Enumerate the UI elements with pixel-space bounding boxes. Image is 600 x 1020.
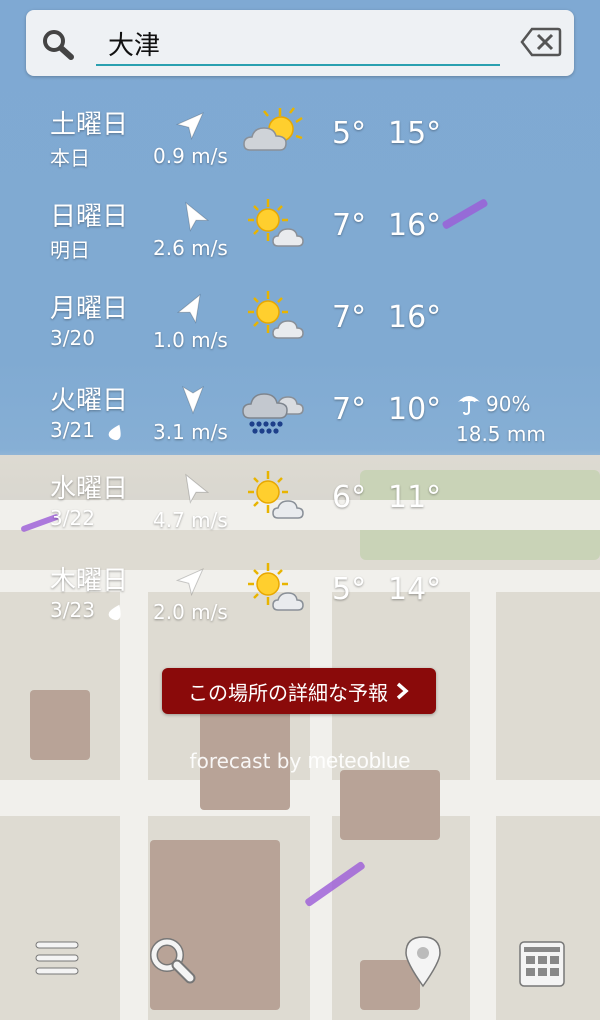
sun-small-cloud-icon [248,471,304,519]
rain-cloud-icon [242,393,304,434]
temp-max: 16° [388,208,442,243]
wind-direction-arrow-icon [185,201,210,232]
wind-direction-arrow-icon [176,293,201,324]
search-icon[interactable] [41,28,75,60]
search-icon[interactable] [148,936,196,984]
sun-small-cloud-icon [248,563,304,611]
detailed-forecast-button[interactable]: この場所の詳細な予報 [162,668,436,714]
location-pin-icon[interactable] [402,934,444,988]
sun-small-cloud-icon [248,291,304,339]
umbrella-icon [458,396,480,416]
day-label: 木曜日 [50,566,129,596]
date-label: 3/21 [50,418,95,442]
building [340,770,440,840]
forecast-row[interactable]: 土曜日 本日 0.9 m/s 5° 15° [0,104,600,194]
wind-speed: 0.9 m/s [153,144,228,168]
sun-behind-cloud-icon [243,107,303,151]
wind-speed: 3.1 m/s [153,420,228,444]
forecast-row[interactable]: 火曜日 3/21 3.1 m/s 7° 10° 90% 18.5 mm [0,380,600,470]
date-label: 3/23 [50,598,95,622]
forecast-row[interactable]: 日曜日 明日 2.6 m/s 7° 16° [0,196,600,286]
building [150,840,280,1010]
date-label: 3/22 [50,506,95,530]
forecast-row[interactable]: 水曜日 3/22 4.7 m/s 6° 11° [0,468,600,558]
menu-icon[interactable] [34,938,80,978]
day-label: 日曜日 [50,202,129,232]
wind-direction-arrow-icon [185,473,210,504]
date-label: 3/20 [50,326,95,350]
date-label: 本日 [50,146,90,170]
search-input[interactable] [96,22,500,66]
date-label: 明日 [50,238,90,262]
wind-speed: 2.0 m/s [153,600,228,624]
chevron-right-icon [396,682,409,700]
temp-min: 5° [332,572,367,607]
day-label: 火曜日 [50,386,129,416]
search-bar [26,10,574,76]
temp-max: 16° [388,300,442,335]
temp-max: 15° [388,116,442,151]
day-label: 月曜日 [50,294,129,324]
road [470,590,496,1020]
temp-max: 11° [388,480,442,515]
forecast-row[interactable]: 木曜日 3/23 2.0 m/s 5° 14° [0,560,600,650]
raindrop-icon [108,604,121,621]
forecast-credit[interactable]: forecast by meteoblue [0,748,600,774]
wind-speed: 4.7 m/s [153,508,228,532]
road [310,590,332,1020]
grid-icon[interactable] [518,940,566,988]
sun-small-cloud-icon [248,199,304,247]
day-label: 土曜日 [50,110,129,140]
temp-min: 7° [332,392,367,427]
wind-direction-arrow-icon [176,568,204,596]
detailed-forecast-label: この場所の詳細な予報 [188,680,388,705]
temp-min: 7° [332,208,367,243]
temp-max: 10° [388,392,442,427]
wind-speed: 1.0 m/s [153,328,228,352]
meteoblue-logo: meteoblue [307,748,411,773]
road [0,780,600,816]
precip-probability: 90% [486,392,531,416]
temp-min: 5° [332,116,367,151]
wind-speed: 2.6 m/s [153,236,228,260]
temp-max: 14° [388,572,442,607]
wind-direction-arrow-icon [176,112,204,140]
forecast-row[interactable]: 月曜日 3/20 1.0 m/s 7° 16° [0,288,600,378]
raindrop-icon [108,424,121,441]
temp-min: 7° [332,300,367,335]
day-label: 水曜日 [50,474,129,504]
wind-direction-arrow-icon [182,385,204,415]
temp-min: 6° [332,480,367,515]
backspace-clear-icon[interactable] [520,26,562,58]
road [120,590,148,1020]
credit-prefix: forecast by [189,749,302,773]
precip-amount: 18.5 mm [456,422,546,446]
